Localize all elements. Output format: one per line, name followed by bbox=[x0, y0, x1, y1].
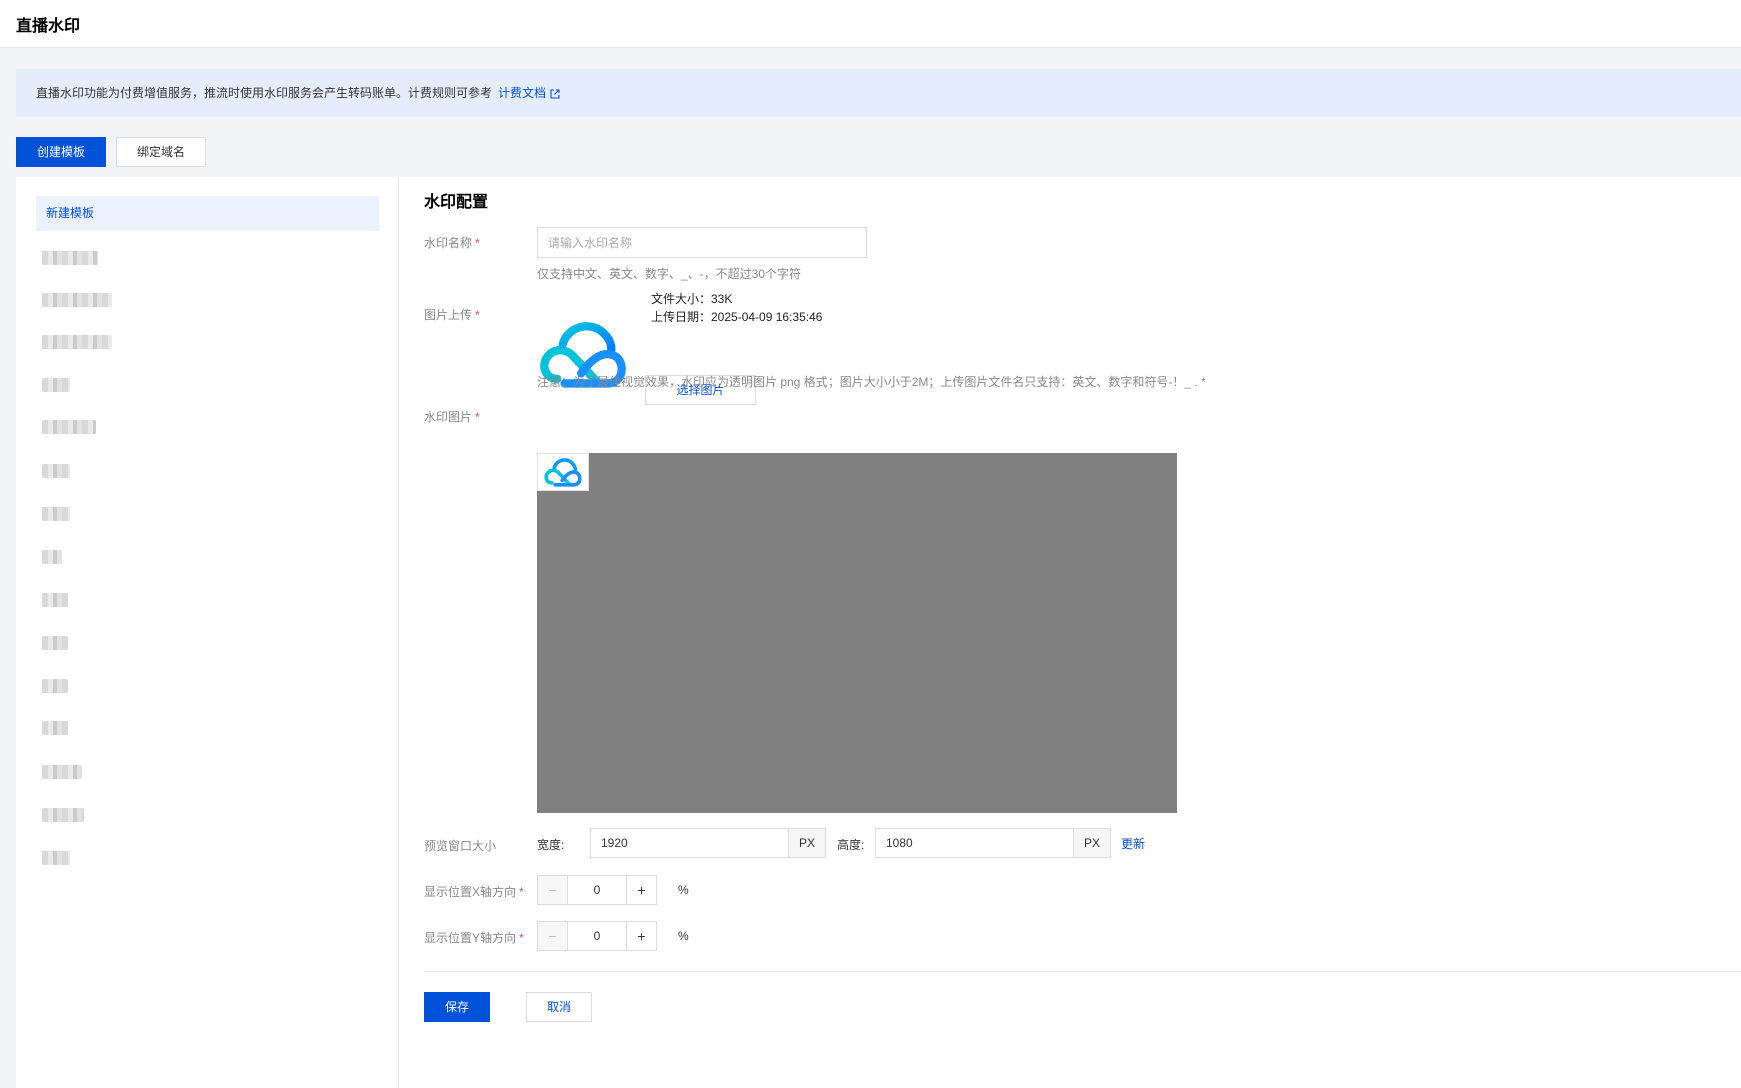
preview-watermark-image[interactable] bbox=[537, 453, 589, 491]
page-header: 直播水印 bbox=[0, 0, 1741, 48]
image-label: 水印图片 * bbox=[424, 410, 480, 424]
sidebar-item-redacted[interactable] bbox=[42, 593, 68, 607]
watermark-preview bbox=[537, 453, 1177, 813]
x-position-stepper: − 0 + bbox=[537, 875, 657, 905]
sidebar-item-redacted[interactable] bbox=[42, 293, 112, 307]
billing-doc-link-label: 计费文档 bbox=[498, 86, 547, 100]
required-mark: * bbox=[475, 308, 480, 322]
sidebar-item-redacted[interactable] bbox=[42, 464, 70, 478]
x-increment-button[interactable]: + bbox=[626, 876, 656, 904]
page-title: 直播水印 bbox=[16, 18, 81, 35]
sidebar-item-redacted[interactable] bbox=[42, 679, 68, 693]
billing-notice: 直播水印功能为付费增值服务，推流时使用水印服务会产生转码账单。计费规则可参考 计费… bbox=[16, 69, 1741, 117]
template-sidebar: 新建模板 bbox=[16, 177, 399, 1088]
sidebar-item-redacted[interactable] bbox=[42, 507, 70, 521]
required-mark: * bbox=[519, 885, 524, 899]
x-decrement-button[interactable]: − bbox=[538, 876, 568, 904]
billing-doc-link[interactable]: 计费文档 bbox=[498, 86, 560, 100]
name-label: 水印名称 * bbox=[424, 236, 480, 250]
cancel-button[interactable]: 取消 bbox=[526, 992, 592, 1022]
height-unit: PX bbox=[1073, 828, 1111, 858]
sidebar-item-redacted[interactable] bbox=[42, 378, 70, 392]
refresh-link[interactable]: 更新 bbox=[1121, 835, 1145, 852]
sidebar-item-redacted[interactable] bbox=[42, 251, 98, 265]
width-label: 宽度: bbox=[537, 838, 565, 852]
file-size: 文件大小：33K bbox=[651, 292, 733, 306]
x-position-label: 显示位置X轴方向 * bbox=[424, 885, 524, 899]
upload-note: 注意：为了最佳视觉效果，水印应为透明图片 png 格式；图片大小小于2M；上传图… bbox=[537, 375, 1206, 389]
width-unit: PX bbox=[788, 828, 826, 858]
create-template-button[interactable]: 创建模板 bbox=[16, 137, 106, 167]
upload-date: 上传日期：2025-04-09 16:35:46 bbox=[651, 310, 823, 324]
name-hint: 仅支持中文、英文、数字、_、-，不超过30个字符 bbox=[537, 267, 802, 281]
form-divider bbox=[424, 971, 1741, 972]
required-mark: * bbox=[475, 410, 480, 424]
required-mark: * bbox=[475, 236, 480, 250]
sidebar-item-redacted[interactable] bbox=[42, 851, 70, 865]
watermark-name-input[interactable] bbox=[537, 227, 867, 258]
sidebar-item-redacted[interactable] bbox=[42, 420, 96, 434]
external-link-icon bbox=[550, 89, 560, 99]
main-panel: 新建模板 水印配置 水印名称* 仅支持中文、英文、数字、_、-，不超过30个字符… bbox=[16, 177, 1741, 1088]
watermark-config: 水印配置 水印名称* 仅支持中文、英文、数字、_、-，不超过30个字符 图片上传… bbox=[399, 177, 1741, 1088]
sidebar-item-redacted[interactable] bbox=[42, 808, 84, 822]
y-percent-unit: % bbox=[678, 929, 689, 943]
y-position-label: 显示位置Y轴方向 * bbox=[424, 931, 524, 945]
required-mark: * bbox=[519, 931, 524, 945]
x-percent-unit: % bbox=[678, 883, 689, 897]
height-input[interactable] bbox=[875, 828, 1074, 858]
sidebar-item-new-template[interactable]: 新建模板 bbox=[36, 196, 379, 231]
upload-label: 图片上传 * bbox=[424, 308, 480, 322]
sidebar-item-redacted[interactable] bbox=[42, 550, 62, 564]
width-input[interactable] bbox=[590, 828, 789, 858]
y-position-value[interactable]: 0 bbox=[568, 922, 626, 950]
sidebar-item-redacted[interactable] bbox=[42, 636, 68, 650]
section-title: 水印配置 bbox=[424, 194, 489, 211]
x-position-value[interactable]: 0 bbox=[568, 876, 626, 904]
notice-text: 直播水印功能为付费增值服务，推流时使用水印服务会产生转码账单。计费规则可参考 bbox=[36, 86, 493, 100]
save-button[interactable]: 保存 bbox=[424, 992, 490, 1022]
sidebar-item-redacted[interactable] bbox=[42, 721, 68, 735]
preview-size-label: 预览窗口大小 bbox=[424, 839, 497, 853]
y-decrement-button[interactable]: − bbox=[538, 922, 568, 950]
y-position-stepper: − 0 + bbox=[537, 921, 657, 951]
sidebar-item-redacted[interactable] bbox=[42, 765, 82, 779]
cloud-logo-icon bbox=[544, 458, 582, 487]
bind-domain-button[interactable]: 绑定域名 bbox=[116, 137, 206, 167]
y-increment-button[interactable]: + bbox=[626, 922, 656, 950]
sidebar-item-redacted[interactable] bbox=[42, 335, 112, 349]
height-label: 高度: bbox=[837, 838, 865, 852]
